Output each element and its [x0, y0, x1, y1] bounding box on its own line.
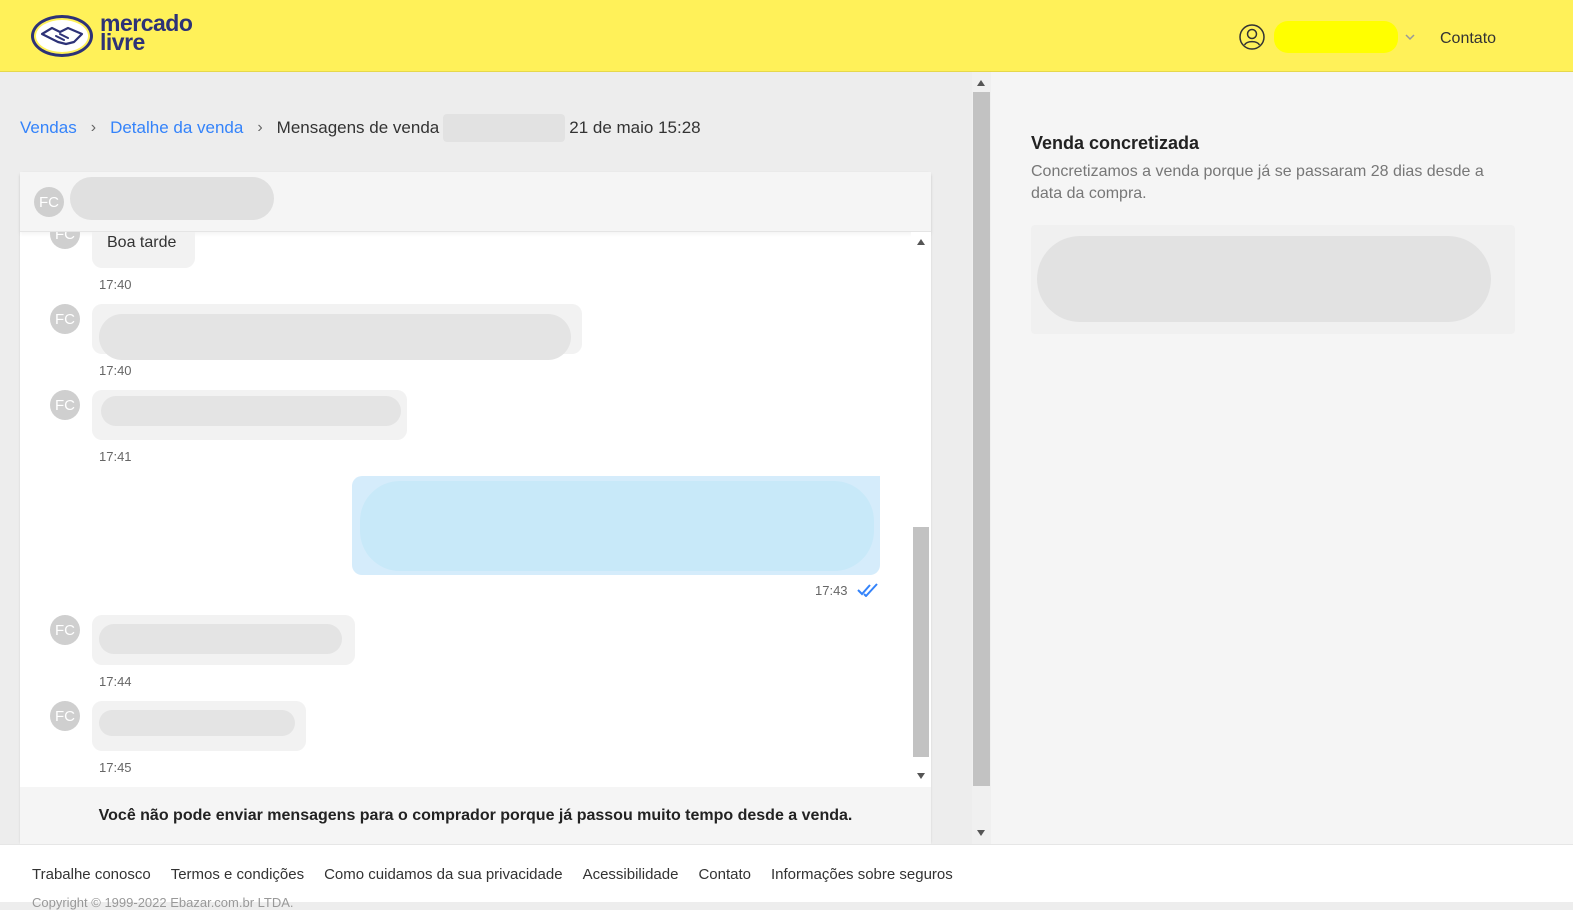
order-id-redacted [443, 114, 566, 142]
message-avatar: FC [50, 615, 80, 645]
breadcrumb: Vendas › Detalhe da venda › Mensagens de… [20, 114, 701, 142]
message-avatar: FC [50, 232, 80, 249]
scroll-down-arrow-icon[interactable] [917, 773, 925, 779]
scroll-up-arrow-icon[interactable] [917, 239, 925, 245]
message-text-redacted [99, 314, 571, 360]
header-contact-link[interactable]: Contato [1440, 30, 1496, 48]
footer-link-seguros[interactable]: Informações sobre seguros [771, 866, 953, 883]
chat-disabled-notice: Você não pode enviar mensagens para o co… [20, 787, 931, 844]
copyright: Copyright © 1999-2022 Ebazar.com.br LTDA… [32, 895, 294, 910]
message-time: 17:40 [99, 277, 132, 292]
page-scrollbar[interactable] [972, 72, 991, 844]
scroll-up-arrow-icon[interactable] [977, 80, 985, 86]
handshake-logo-icon [31, 15, 93, 57]
footer-link-contato[interactable]: Contato [698, 866, 751, 883]
sale-status-pane: Venda concretizada Concretizamos a venda… [991, 72, 1573, 844]
chevron-right-icon: › [90, 119, 97, 136]
footer: Trabalhe conosco Termos e condições Como… [0, 844, 1573, 910]
message-time: 17:41 [99, 449, 132, 464]
breadcrumb-vendas[interactable]: Vendas [20, 118, 77, 138]
message-text-redacted [101, 396, 401, 426]
message-text-redacted [99, 710, 295, 736]
message-time: 17:43 [815, 583, 848, 598]
message-text-redacted [99, 624, 342, 654]
chat-card: FC FC Boa tarde 17:40 FC 17:40 FC 17:41 … [20, 172, 931, 844]
page-scroll-thumb[interactable] [973, 92, 990, 786]
message-text-redacted [360, 481, 874, 571]
buyer-avatar: FC [34, 187, 64, 217]
footer-link-termos[interactable]: Termos e condições [171, 866, 304, 883]
logo-wordmark: mercado livre [100, 12, 193, 54]
footer-link-privacidade[interactable]: Como cuidamos da sua privacidade [324, 866, 562, 883]
message-time: 17:45 [99, 760, 132, 775]
footer-link-trabalhe-conosco[interactable]: Trabalhe conosco [32, 866, 151, 883]
message-list-scroll-thumb[interactable] [913, 527, 929, 757]
footer-link-acessibilidade[interactable]: Acessibilidade [583, 866, 679, 883]
message-avatar: FC [50, 390, 80, 420]
header: mercado livre Contato [0, 0, 1573, 72]
breadcrumb-current: Mensagens de venda [276, 118, 440, 137]
message-list[interactable]: FC Boa tarde 17:40 FC 17:40 FC 17:41 17:… [20, 232, 911, 787]
buyer-name-redacted [70, 177, 274, 220]
footer-links: Trabalhe conosco Termos e condições Como… [32, 866, 973, 883]
chevron-down-icon [1405, 34, 1415, 41]
chat-header: FC [20, 172, 931, 232]
sale-status-title: Venda concretizada [1031, 133, 1200, 153]
messages-pane: Vendas › Detalhe da venda › Mensagens de… [0, 72, 972, 844]
sale-product-card [1031, 225, 1515, 334]
product-info-redacted [1037, 236, 1491, 322]
breadcrumb-date: 21 de maio 15:28 [569, 118, 701, 137]
double-check-icon [857, 583, 878, 597]
sale-status-description: Concretizamos a venda porque já se passa… [1031, 163, 1484, 202]
message-text: Boa tarde [107, 234, 177, 251]
message-avatar: FC [50, 701, 80, 731]
scroll-down-arrow-icon[interactable] [977, 830, 985, 836]
user-menu[interactable] [1238, 20, 1416, 54]
breadcrumb-detalhe-da-venda[interactable]: Detalhe da venda [110, 118, 243, 138]
user-icon [1239, 24, 1265, 50]
message-list-scrollbar[interactable] [911, 232, 931, 787]
message-time: 17:40 [99, 363, 132, 378]
mercado-livre-logo[interactable]: mercado livre [30, 12, 210, 58]
chevron-right-icon: › [257, 119, 263, 136]
message-avatar: FC [50, 304, 80, 334]
message-time: 17:44 [99, 674, 132, 689]
user-name-redacted [1274, 21, 1398, 53]
